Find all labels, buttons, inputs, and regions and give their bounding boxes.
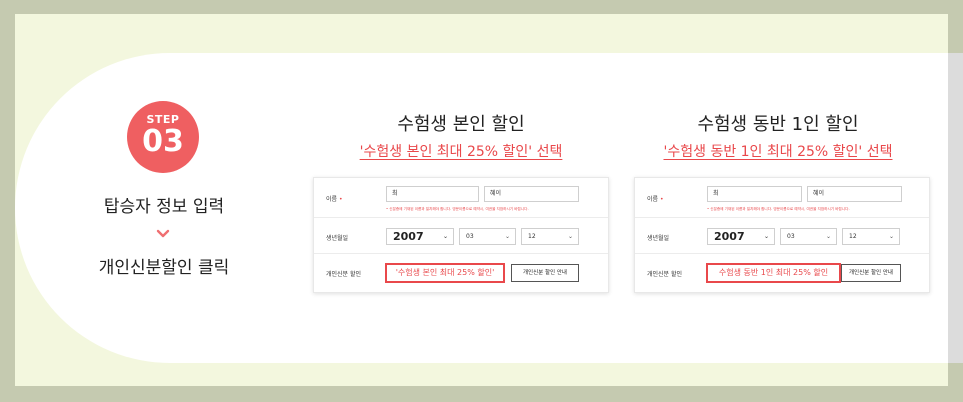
birth-day-select[interactable]: 12 ⌄ — [521, 228, 579, 245]
column-subtitle-self: '수험생 본인 최대 25% 할인' 선택 — [359, 144, 563, 160]
name-label: 이름 — [647, 196, 659, 203]
discount-select-button[interactable]: '수험생 본인 최대 25% 할인' — [385, 263, 505, 283]
birth-year-select[interactable]: 2007 ⌄ — [386, 228, 454, 245]
discount-row: 개인신분 할인 수험생 동반 1인 최대 25% 할인 개인신분 할인 안내 — [635, 254, 929, 292]
chevron-down-icon: ⌄ — [567, 233, 573, 240]
birth-day-value: 12 — [849, 233, 857, 240]
chevron-down-icon: ⌄ — [825, 233, 831, 240]
passenger-form-companion: 이름 • 최 혜이 • 신분증에 기재된 이름과 일치해야 합니다. 영문이름으… — [634, 177, 930, 293]
column-title-companion: 수험생 동반 1인 할인 — [697, 114, 859, 135]
chevron-down-icon — [156, 229, 170, 238]
step-badge: STEP 03 — [127, 101, 199, 173]
required-mark: • — [338, 196, 343, 203]
discount-info-button[interactable]: 개인신분 할인 안내 — [841, 264, 901, 282]
birth-row: 생년월일 2007 ⌄ 03 ⌄ 12 ⌄ — [314, 218, 608, 254]
required-mark: • — [659, 196, 664, 203]
chevron-down-icon: ⌄ — [504, 233, 510, 240]
name-row: 이름 • 최 혜이 • 신분증에 기재된 이름과 일치해야 합니다. 영문이름으… — [635, 178, 929, 218]
name-note: • 신분증에 기재된 이름과 일치해야 합니다. 영문이름으로 예약시, 여권을… — [707, 207, 850, 211]
chevron-down-icon: ⌄ — [888, 233, 894, 240]
birth-day-value: 12 — [528, 233, 536, 240]
birth-row: 생년월일 2007 ⌄ 03 ⌄ 12 ⌄ — [635, 218, 929, 254]
last-name-input[interactable]: 최 — [386, 186, 479, 202]
chevron-down-icon: ⌄ — [763, 233, 769, 240]
birth-month-value: 03 — [787, 233, 795, 240]
passenger-form-self: 이름 • 최 혜이 • 신분증에 기재된 이름과 일치해야 합니다. 영문이름으… — [313, 177, 609, 293]
birth-year-value: 2007 — [393, 230, 424, 243]
name-row: 이름 • 최 혜이 • 신분증에 기재된 이름과 일치해야 합니다. 영문이름으… — [314, 178, 608, 218]
discount-select-button[interactable]: 수험생 동반 1인 최대 25% 할인 — [706, 263, 841, 283]
discount-label: 개인신분 할인 — [647, 271, 683, 278]
birth-label: 생년월일 — [326, 235, 349, 242]
first-name-input[interactable]: 혜이 — [807, 186, 902, 202]
birth-year-value: 2007 — [714, 230, 745, 243]
column-title-self: 수험생 본인 할인 — [397, 114, 525, 135]
chevron-down-icon: ⌄ — [442, 233, 448, 240]
birth-month-select[interactable]: 03 ⌄ — [780, 228, 837, 245]
birth-month-select[interactable]: 03 ⌄ — [459, 228, 516, 245]
column-subtitle-companion: '수험생 동반 1인 최대 25% 할인' 선택 — [663, 144, 893, 160]
name-label: 이름 — [326, 196, 338, 203]
step-action: 개인신분할인 클릭 — [98, 258, 230, 278]
step-number: 03 — [142, 124, 184, 159]
birth-month-value: 03 — [466, 233, 474, 240]
last-name-input[interactable]: 최 — [707, 186, 802, 202]
discount-row: 개인신분 할인 '수험생 본인 최대 25% 할인' 개인신분 할인 안내 — [314, 254, 608, 292]
birth-year-select[interactable]: 2007 ⌄ — [707, 228, 775, 245]
first-name-input[interactable]: 혜이 — [484, 186, 579, 202]
card-edge — [948, 53, 963, 363]
discount-label: 개인신분 할인 — [326, 271, 362, 278]
birth-label: 생년월일 — [647, 235, 670, 242]
step-title: 탑승자 정보 입력 — [103, 197, 225, 217]
name-note: • 신분증에 기재된 이름과 일치해야 합니다. 영문이름으로 예약시, 여권을… — [386, 207, 529, 211]
birth-day-select[interactable]: 12 ⌄ — [842, 228, 900, 245]
discount-info-button[interactable]: 개인신분 할인 안내 — [511, 264, 579, 282]
